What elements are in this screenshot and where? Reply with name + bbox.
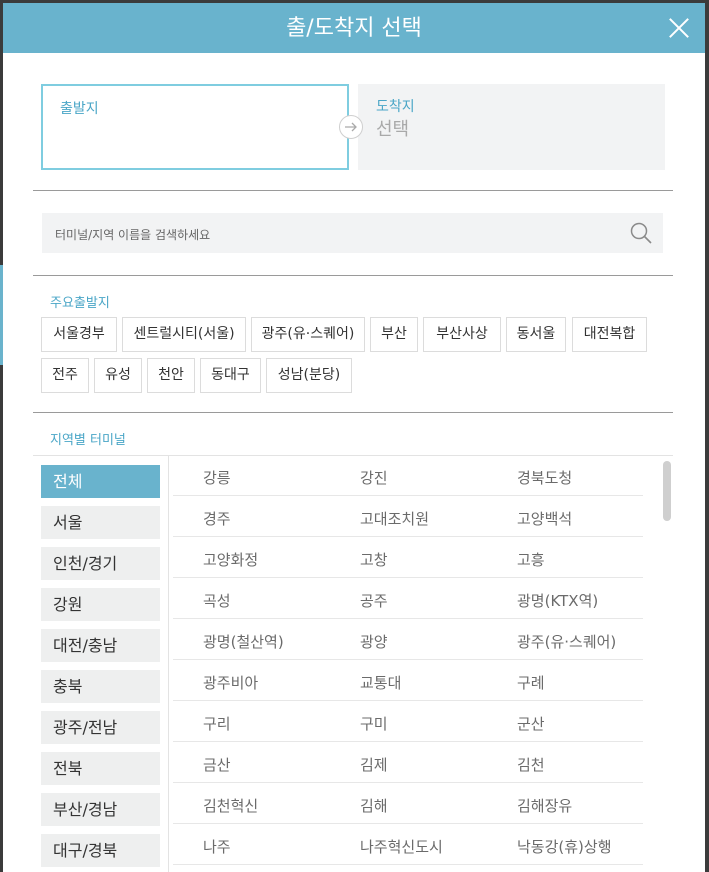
departure-field[interactable]: 출발지 [41, 84, 349, 170]
terminal-item[interactable]: 나주 [203, 836, 231, 857]
terminal-item[interactable]: 광양 [360, 631, 388, 652]
terminal-item[interactable]: 공주 [360, 590, 388, 611]
terminal-list: 강릉 강진 경북도청 경주 고대조치원 고양백석 고양화정 고창 고흥 곡성 공… [173, 455, 645, 872]
terminal-row: 곡성 공주 광명(KTX역) [173, 578, 643, 619]
terminal-item[interactable]: 구례 [517, 672, 545, 693]
terminal-item[interactable]: 고양백석 [517, 508, 572, 529]
terminal-item[interactable]: 낙동강(휴)상행 [517, 836, 612, 857]
chip-major[interactable]: 전주 [41, 358, 89, 393]
terminal-item[interactable]: 광주비아 [203, 672, 258, 693]
scrollbar-thumb[interactable] [663, 461, 671, 521]
arrow-right-icon [339, 115, 363, 139]
modal-title: 출/도착지 선택 [286, 16, 422, 41]
close-icon[interactable] [667, 16, 691, 40]
terminal-item[interactable]: 곡성 [203, 590, 231, 611]
region-tab-busan-gyeongnam[interactable]: 부산/경남 [41, 793, 160, 826]
region-section-title: 지역별 터미널 [50, 433, 126, 448]
route-selector: 출발지 도착지 선택 [41, 84, 665, 170]
divider [168, 455, 169, 872]
terminal-item[interactable]: 강릉 [203, 467, 231, 488]
terminal-list-scrollbar[interactable] [663, 461, 671, 871]
terminal-row: 광주비아 교통대 구례 [173, 660, 643, 701]
terminal-item[interactable]: 구리 [203, 713, 231, 734]
chip-major[interactable]: 광주(유·스퀘어) [251, 317, 365, 352]
terminal-item[interactable]: 교통대 [360, 672, 401, 693]
region-tab-chungbuk[interactable]: 충북 [41, 670, 160, 703]
region-tab-incheon-gyeonggi[interactable]: 인천/경기 [41, 547, 160, 580]
terminal-item[interactable]: 광명(철산역) [203, 631, 284, 652]
chip-major[interactable]: 성남(분당) [266, 358, 352, 393]
terminal-item[interactable]: 고대조치원 [360, 508, 429, 529]
chip-major[interactable]: 동대구 [200, 358, 261, 393]
terminal-item[interactable]: 김천 [517, 754, 545, 775]
chip-major[interactable]: 부산 [370, 317, 418, 352]
chip-major[interactable]: 서울경부 [41, 317, 117, 352]
modal-header: 출/도착지 선택 [3, 3, 705, 53]
terminal-item[interactable]: 구미 [360, 713, 388, 734]
search-input[interactable]: 터미널/지역 이름을 검색하세요 [42, 213, 663, 253]
terminal-item[interactable]: 김해장유 [517, 795, 572, 816]
region-tab-gwangju-jeonnam[interactable]: 광주/전남 [41, 711, 160, 744]
terminal-item[interactable]: 광주(유·스퀘어) [517, 631, 616, 652]
terminal-row: 경주 고대조치원 고양백석 [173, 496, 643, 537]
departure-label: 출발지 [60, 101, 99, 117]
major-section-title: 주요출발지 [50, 296, 110, 311]
search-icon[interactable] [630, 222, 652, 244]
terminal-item[interactable]: 강진 [360, 467, 388, 488]
terminal-row: 고양화정 고창 고흥 [173, 537, 643, 578]
terminal-item[interactable]: 금산 [203, 754, 231, 775]
chip-major[interactable]: 센트럴시티(서울) [122, 317, 246, 352]
terminal-row: 나주 나주혁신도시 낙동강(휴)상행 [173, 824, 643, 865]
arrival-field[interactable]: 도착지 선택 [358, 84, 665, 170]
region-tab-all[interactable]: 전체 [41, 465, 160, 498]
terminal-row: 금산 김제 김천 [173, 742, 643, 783]
divider [33, 275, 673, 276]
arrival-label: 도착지 [376, 99, 415, 115]
terminal-item[interactable]: 광명(KTX역) [517, 590, 598, 611]
divider [33, 412, 673, 413]
divider [33, 190, 673, 191]
terminal-item[interactable]: 고흥 [517, 549, 545, 570]
terminal-item[interactable]: 고양화정 [203, 549, 258, 570]
region-tab-daejeon-chungnam[interactable]: 대전/충남 [41, 629, 160, 662]
region-tab-jeonbuk[interactable]: 전북 [41, 752, 160, 785]
region-tab-daegu-gyeongbuk[interactable]: 대구/경북 [41, 834, 160, 867]
region-tab-gangwon[interactable]: 강원 [41, 588, 160, 621]
terminal-row: 강릉 강진 경북도청 [173, 455, 643, 496]
chip-major[interactable]: 대전복합 [572, 317, 647, 352]
chip-major[interactable]: 부산사상 [423, 317, 501, 352]
terminal-item[interactable]: 고창 [360, 549, 388, 570]
terminal-select-modal: 출/도착지 선택 출발지 도착지 선택 터미널/지역 이름을 검색하세요 주요출… [3, 3, 705, 872]
arrival-value: 선택 [376, 119, 410, 140]
terminal-item[interactable]: 김해 [360, 795, 388, 816]
chip-major[interactable]: 동서울 [506, 317, 566, 352]
chip-major[interactable]: 천안 [147, 358, 195, 393]
terminal-item[interactable]: 나주혁신도시 [360, 836, 443, 857]
chip-major[interactable]: 유성 [94, 358, 142, 393]
region-tab-seoul[interactable]: 서울 [41, 506, 160, 539]
terminal-item[interactable]: 김제 [360, 754, 388, 775]
terminal-item[interactable]: 경북도청 [517, 467, 572, 488]
terminal-item[interactable]: 경주 [203, 508, 231, 529]
terminal-row: 김천혁신 김해 김해장유 [173, 783, 643, 824]
terminal-row: 광명(철산역) 광양 광주(유·스퀘어) [173, 619, 643, 660]
terminal-row: 구리 구미 군산 [173, 701, 643, 742]
search-placeholder: 터미널/지역 이름을 검색하세요 [55, 228, 211, 242]
terminal-item[interactable]: 군산 [517, 713, 545, 734]
terminal-item[interactable]: 김천혁신 [203, 795, 258, 816]
